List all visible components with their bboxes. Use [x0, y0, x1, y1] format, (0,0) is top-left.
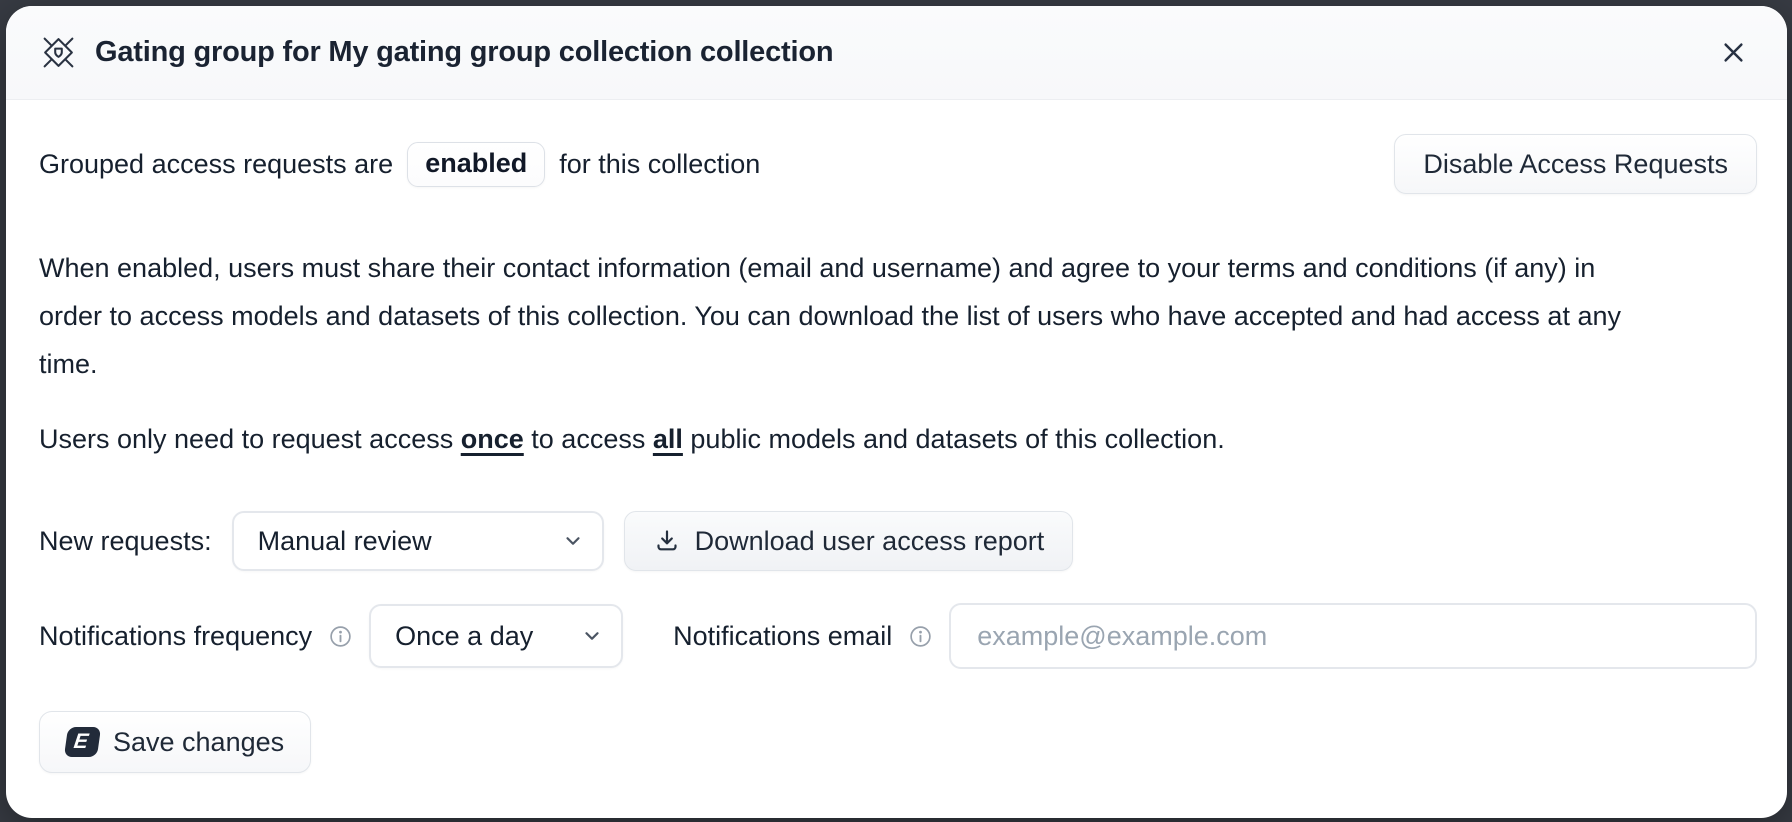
- info-icon[interactable]: [328, 624, 353, 649]
- footer-row: E Save changes: [39, 711, 1757, 773]
- download-button-label: Download user access report: [695, 526, 1045, 557]
- modal-title: Gating group for My gating group collect…: [95, 36, 833, 69]
- save-changes-button[interactable]: E Save changes: [39, 711, 311, 773]
- close-icon: [1720, 39, 1747, 66]
- notifications-frequency-select[interactable]: Once a day: [369, 604, 623, 668]
- status-badge: enabled: [407, 142, 545, 187]
- new-requests-select-value: Manual review: [258, 526, 432, 557]
- new-requests-label: New requests:: [39, 526, 212, 557]
- note-all: all: [653, 424, 683, 454]
- modal-body: Grouped access requests are enabled for …: [6, 100, 1787, 818]
- notifications-email-label: Notifications email: [673, 621, 892, 652]
- note-suffix: public models and datasets of this colle…: [690, 424, 1224, 454]
- note-prefix: Users only need to request access: [39, 424, 453, 454]
- disable-access-requests-button[interactable]: Disable Access Requests: [1394, 134, 1757, 194]
- gating-group-modal: Gating group for My gating group collect…: [6, 6, 1787, 818]
- description-paragraph: When enabled, users must share their con…: [39, 244, 1659, 388]
- new-requests-row: New requests: Manual review Download use…: [39, 511, 1757, 571]
- save-changes-label: Save changes: [113, 727, 284, 758]
- modal-header: Gating group for My gating group collect…: [6, 6, 1787, 100]
- enterprise-icon: E: [64, 727, 101, 757]
- gating-icon: [40, 34, 77, 71]
- status-row: Grouped access requests are enabled for …: [39, 134, 1757, 194]
- notifications-frequency-value: Once a day: [395, 621, 533, 652]
- chevron-down-icon: [562, 530, 584, 552]
- info-icon[interactable]: [908, 624, 933, 649]
- notifications-email-input[interactable]: [949, 603, 1757, 669]
- status-text-prefix: Grouped access requests are: [39, 149, 393, 180]
- download-icon: [653, 527, 681, 555]
- status-text-suffix: for this collection: [559, 149, 760, 180]
- note-line: Users only need to request access once t…: [39, 424, 1757, 455]
- chevron-down-icon: [581, 625, 603, 647]
- note-once: once: [461, 424, 524, 454]
- download-user-access-report-button[interactable]: Download user access report: [624, 511, 1074, 571]
- notifications-frequency-label: Notifications frequency: [39, 621, 312, 652]
- new-requests-select[interactable]: Manual review: [232, 511, 604, 571]
- close-button[interactable]: [1714, 33, 1753, 72]
- notifications-row: Notifications frequency Once a day Notif…: [39, 603, 1757, 669]
- note-mid: to access: [531, 424, 645, 454]
